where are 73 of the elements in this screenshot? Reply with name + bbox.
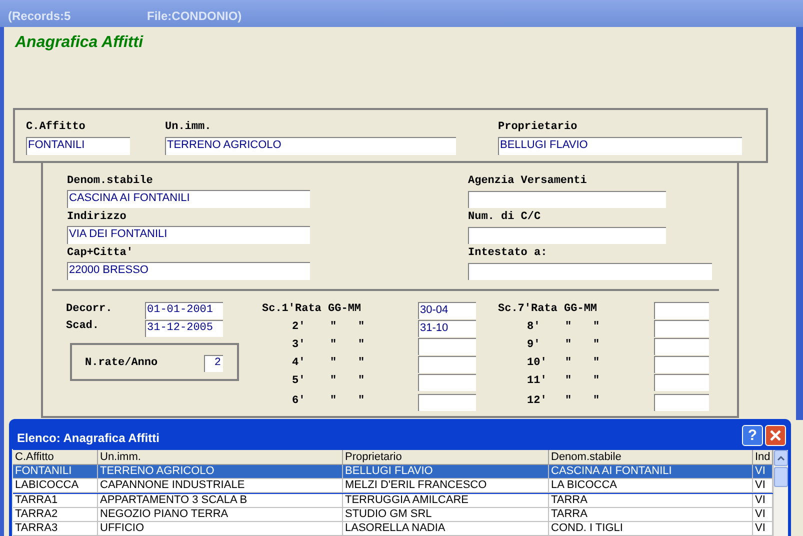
field-label: "	[358, 375, 365, 388]
field-label: 2'	[292, 321, 306, 334]
input-field[interactable]: FONTANILI	[26, 137, 130, 155]
field-label: Denom.stabile	[67, 175, 153, 188]
field-label: 6'	[292, 395, 306, 408]
field-label: "	[330, 375, 337, 388]
field-label: Scad.	[66, 320, 100, 333]
field-label: C.Affitto	[26, 121, 86, 134]
dialog-title: Elenco: Anagrafica Affitti	[17, 430, 160, 447]
field-label: 11'	[527, 375, 547, 388]
field-label: Decorr.	[66, 303, 112, 316]
field-label: Sc.1'Rata GG-MM	[262, 303, 362, 316]
table-cell: LABICOCCA	[13, 479, 98, 494]
input-field[interactable]: TERRENO AGRICOLO	[165, 137, 456, 155]
input-field[interactable]: 31-10	[418, 320, 476, 337]
column-header[interactable]: Proprietario	[343, 450, 549, 465]
field-label: "	[565, 357, 572, 370]
input-field[interactable]: VIA DEI FONTANILI	[67, 226, 310, 244]
column-header[interactable]: C.Affitto	[13, 450, 98, 465]
field-label: "	[330, 395, 337, 408]
table-cell: UFFICIO	[98, 522, 343, 536]
field-label: Agenzia Versamenti	[468, 175, 587, 188]
field-label: N.rate/Anno	[85, 357, 158, 370]
field-label: 10'	[527, 357, 547, 370]
input-field[interactable]: 01-01-2001	[145, 302, 223, 319]
field-label: "	[330, 321, 337, 334]
field-label: "	[593, 395, 600, 408]
field-label: "	[358, 357, 365, 370]
field-label: "	[593, 321, 600, 334]
table-cell: TARRA3	[13, 522, 98, 536]
field-label: "	[593, 357, 600, 370]
help-button[interactable]: ?	[742, 425, 763, 446]
field-label: Sc.7'Rata GG-MM	[498, 303, 598, 316]
field-label: "	[330, 339, 337, 352]
field-label: "	[565, 321, 572, 334]
table-cell: LASORELLA NADIA	[343, 522, 549, 536]
field-label: Un.imm.	[165, 121, 212, 134]
field-label: 3'	[292, 339, 306, 352]
field-label: "	[565, 339, 572, 352]
field-label: Cap+Citta'	[67, 247, 134, 260]
field-label: "	[358, 339, 365, 352]
form-heading: Anagrafica Affitti	[15, 33, 144, 53]
field-label: Num. di C/C	[468, 211, 541, 224]
field-label: 5'	[292, 375, 306, 388]
table-cell: MELZI D'ERIL FRANCESCO	[343, 479, 549, 494]
field-label: Intestato a:	[468, 247, 548, 260]
field-label: "	[593, 339, 600, 352]
input-field[interactable]: 30-04	[418, 302, 476, 319]
input-field[interactable]: 2	[204, 355, 223, 372]
field-label: "	[565, 395, 572, 408]
field-label: "	[593, 375, 600, 388]
input-field[interactable]: CASCINA AI FONTANILI	[67, 190, 310, 208]
field-label: 12'	[527, 395, 547, 408]
column-header[interactable]: Denom.stabile	[549, 450, 753, 465]
field-label: "	[565, 375, 572, 388]
window-title: File:CONDONIO)	[147, 8, 242, 25]
input-field[interactable]: BELLUGI FLAVIO	[498, 137, 742, 155]
input-field[interactable]: 31-12-2005	[145, 320, 223, 337]
field-label: "	[358, 395, 365, 408]
column-header[interactable]: Ind	[753, 450, 773, 465]
table-cell: COND. I TIGLI	[549, 522, 753, 536]
table-cell: CAPANNONE INDUSTRIALE	[98, 479, 343, 494]
field-label: Proprietario	[498, 121, 578, 134]
field-label: "	[358, 321, 365, 334]
column-header[interactable]: Un.imm.	[98, 450, 343, 465]
table-cell: LA BICOCCA	[549, 479, 753, 494]
window-title: (Records:5	[8, 8, 71, 25]
field-label: 4'	[292, 357, 306, 370]
field-label: 9'	[527, 339, 540, 352]
field-label: 8'	[527, 321, 540, 334]
field-label: Indirizzo	[67, 211, 126, 224]
input-field[interactable]: 22000 BRESSO	[67, 262, 310, 280]
field-label: "	[330, 357, 337, 370]
